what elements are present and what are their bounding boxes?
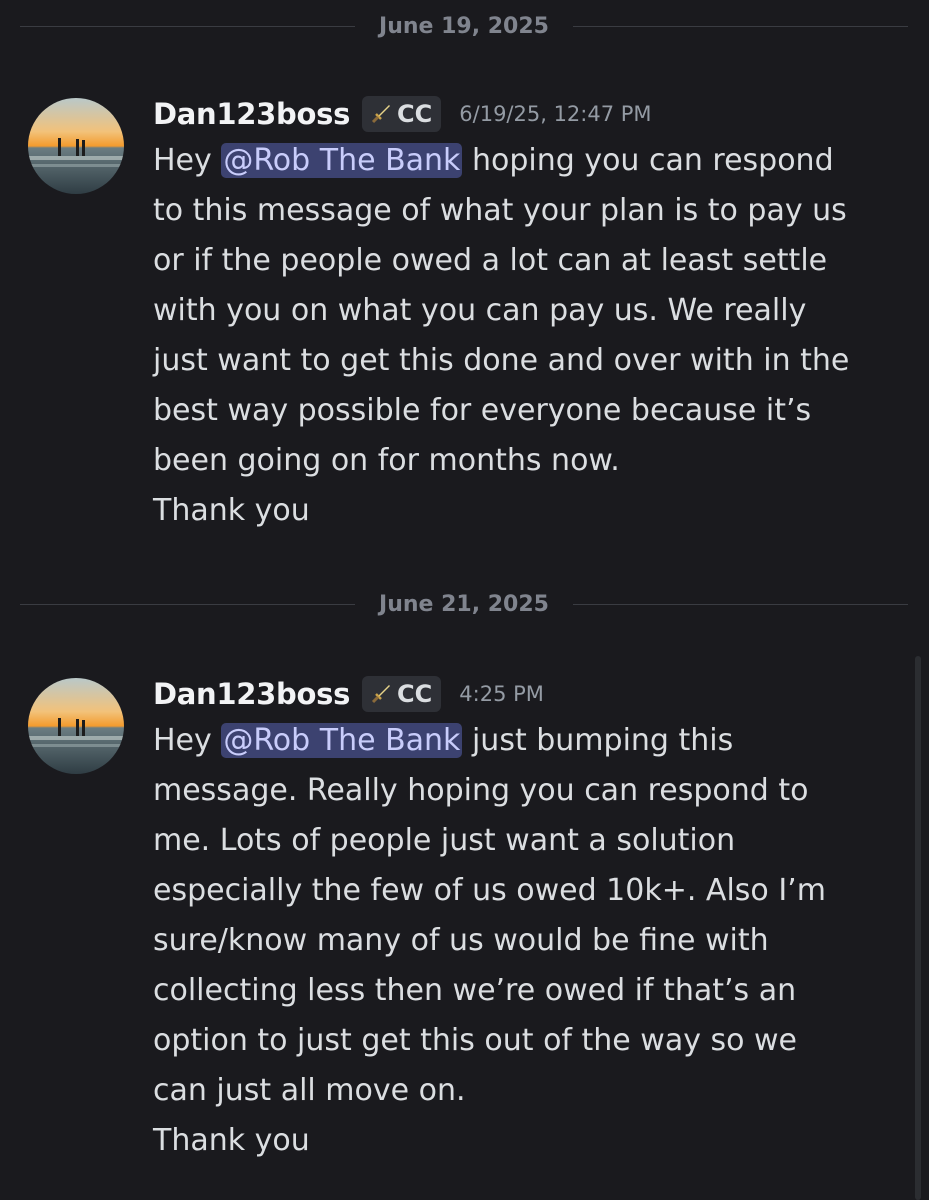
text-segment: hoping you can respond (462, 143, 834, 178)
message-line: Thank you (153, 493, 310, 528)
user-mention[interactable]: @Rob The Bank (221, 143, 463, 178)
message-timestamp: 4:25 PM (459, 682, 544, 706)
message-line: me. Lots of people just want a solution (153, 823, 736, 858)
tag-label: CC (397, 100, 433, 128)
beach-sunset-avatar-icon (28, 678, 124, 774)
sword-icon (371, 685, 391, 704)
message-line: best way possible for everyone because i… (153, 393, 812, 428)
message-line: sure/know many of us would be fine with (153, 923, 769, 958)
message-line: or if the people owed a lot can at least… (153, 243, 828, 278)
text-segment: just bumping this (462, 723, 734, 758)
message-line: can just all move on. (153, 1073, 466, 1108)
text-segment: Hey (153, 143, 222, 178)
message-header: Dan123boss CC 6/19/25, 12:47 PM (153, 94, 652, 134)
message-line: just want to get this done and over with… (153, 343, 850, 378)
message-line: Hey @Rob The Bank just bumping this (153, 716, 913, 766)
message-line: with you on what you can pay us. We real… (153, 293, 807, 328)
scrollbar[interactable] (915, 656, 921, 1200)
message-timestamp: 6/19/25, 12:47 PM (459, 102, 652, 126)
beach-sunset-avatar-icon (28, 98, 124, 194)
divider-line (20, 603, 356, 605)
message-item[interactable]: Dan123boss CC 4:25 PM Hey @Rob The Bank … (0, 674, 929, 1174)
sword-icon (371, 105, 391, 124)
user-avatar[interactable] (28, 98, 124, 194)
message-item[interactable]: Dan123boss CC 6/19/25, 12:47 PM Hey @Rob… (0, 94, 929, 564)
server-tag[interactable]: CC (362, 676, 442, 712)
divider-line (572, 25, 909, 27)
message-line: collecting less then we’re owed if that’… (153, 973, 797, 1008)
message-line: been going on for months now. (153, 443, 620, 478)
message-line: to this message of what your plan is to … (153, 193, 847, 228)
message-line: message. Really hoping you can respond t… (153, 773, 809, 808)
date-divider-june-21: June 21, 2025 (20, 589, 909, 619)
message-header: Dan123boss CC 4:25 PM (153, 674, 544, 714)
server-tag[interactable]: CC (362, 96, 442, 132)
user-mention[interactable]: @Rob The Bank (221, 723, 463, 758)
user-avatar[interactable] (28, 678, 124, 774)
date-divider-label: June 21, 2025 (379, 591, 549, 617)
date-divider-label: June 19, 2025 (379, 13, 549, 39)
message-line: option to just get this out of the way s… (153, 1023, 798, 1058)
text-segment: Hey (153, 723, 222, 758)
message-content: Hey @Rob The Bank hoping you can respond… (153, 136, 913, 536)
message-line: especially the few of us owed 10k+. Also… (153, 873, 826, 908)
message-line: Hey @Rob The Bank hoping you can respond (153, 136, 913, 186)
message-line: Thank you (153, 1123, 310, 1158)
date-divider-june-19: June 19, 2025 (20, 11, 909, 41)
divider-line (572, 603, 909, 605)
divider-line (20, 25, 356, 27)
username[interactable]: Dan123boss (153, 677, 350, 711)
tag-label: CC (397, 680, 433, 708)
username[interactable]: Dan123boss (153, 97, 350, 131)
message-content: Hey @Rob The Bank just bumping this mess… (153, 716, 913, 1166)
